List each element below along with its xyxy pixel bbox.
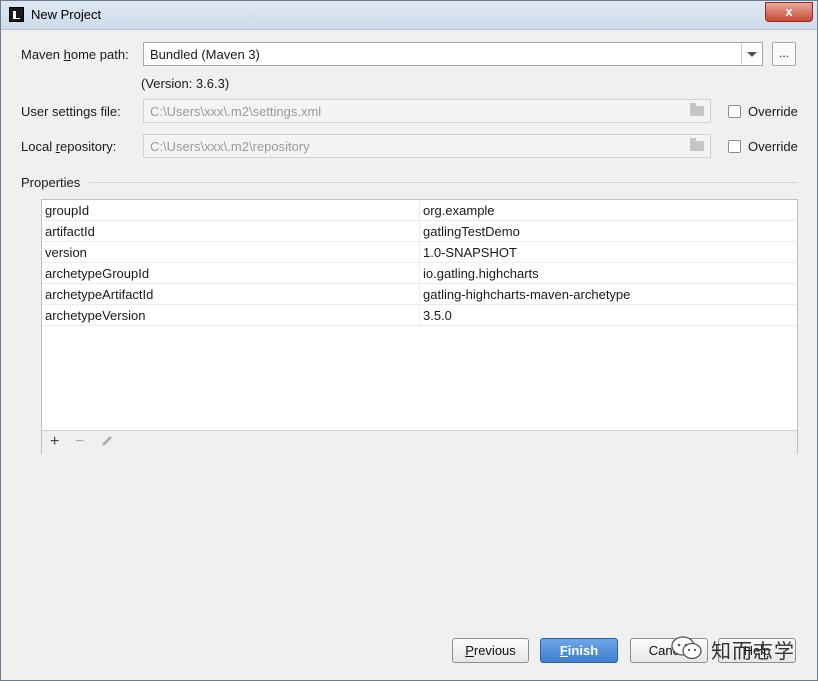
local-repository-label: Local repository:	[21, 139, 117, 154]
table-row[interactable]: version 1.0-SNAPSHOT	[42, 242, 797, 263]
property-value: 3.5.0	[423, 308, 452, 323]
new-project-dialog: New Project x Maven home path: Bundled (…	[0, 0, 818, 681]
table-row[interactable]: groupId org.example	[42, 200, 797, 221]
repo-override-label: Override	[748, 139, 798, 154]
table-row[interactable]: archetypeGroupId io.gatling.highcharts	[42, 263, 797, 284]
pencil-icon[interactable]	[100, 434, 114, 453]
close-button[interactable]: x	[765, 2, 813, 22]
minus-icon[interactable]: −	[75, 433, 84, 451]
properties-table: groupId org.example artifactId gatlingTe…	[41, 199, 798, 454]
user-settings-field: C:\Users\xxx\.m2\settings.xml	[143, 99, 711, 123]
finish-button[interactable]: Finish	[540, 638, 618, 663]
folder-icon	[690, 138, 704, 151]
maven-version-text: (Version: 3.6.3)	[141, 76, 230, 91]
table-row[interactable]: archetypeArtifactId gatling-highcharts-m…	[42, 284, 797, 305]
property-value: 1.0-SNAPSHOT	[423, 245, 517, 260]
property-key: groupId	[45, 203, 90, 218]
window-title: New Project	[31, 7, 102, 22]
repo-override-checkbox[interactable]	[728, 140, 741, 153]
property-value: org.example	[423, 203, 495, 218]
local-repository-value: C:\Users\xxx\.m2\repository	[150, 139, 310, 154]
property-key: archetypeGroupId	[45, 266, 150, 281]
property-key: artifactId	[45, 224, 95, 239]
property-value: gatlingTestDemo	[423, 224, 520, 239]
properties-section-label: Properties	[21, 175, 81, 190]
title-bar[interactable]: New Project x	[1, 1, 817, 30]
intellij-app-icon	[9, 7, 24, 22]
property-key: archetypeVersion	[45, 308, 146, 323]
properties-toolbar: + −	[42, 430, 797, 454]
table-row[interactable]: archetypeVersion 3.5.0	[42, 305, 797, 326]
wechat-logo-icon	[671, 636, 702, 660]
settings-override-label: Override	[748, 104, 798, 119]
previous-button[interactable]: Previous	[452, 638, 529, 663]
property-value: gatling-highcharts-maven-archetype	[423, 287, 631, 302]
settings-override-checkbox[interactable]	[728, 105, 741, 118]
close-icon: x	[785, 4, 793, 19]
plus-icon[interactable]: +	[50, 433, 59, 451]
user-settings-value: C:\Users\xxx\.m2\settings.xml	[150, 104, 322, 119]
chevron-down-icon[interactable]	[741, 43, 762, 65]
local-repository-field: C:\Users\xxx\.m2\repository	[143, 134, 711, 158]
maven-home-label: Maven home path:	[21, 47, 129, 62]
watermark-text: 知而志学	[711, 639, 795, 663]
browse-maven-home-button[interactable]: ...	[772, 42, 796, 66]
maven-home-value: Bundled (Maven 3)	[150, 47, 260, 62]
property-key: archetypeArtifactId	[45, 287, 154, 302]
user-settings-label: User settings file:	[21, 104, 121, 119]
section-divider	[89, 182, 798, 183]
property-key: version	[45, 245, 87, 260]
table-row[interactable]: artifactId gatlingTestDemo	[42, 221, 797, 242]
folder-icon	[690, 103, 704, 116]
property-value: io.gatling.highcharts	[423, 266, 539, 281]
maven-home-combobox[interactable]: Bundled (Maven 3)	[143, 42, 763, 66]
